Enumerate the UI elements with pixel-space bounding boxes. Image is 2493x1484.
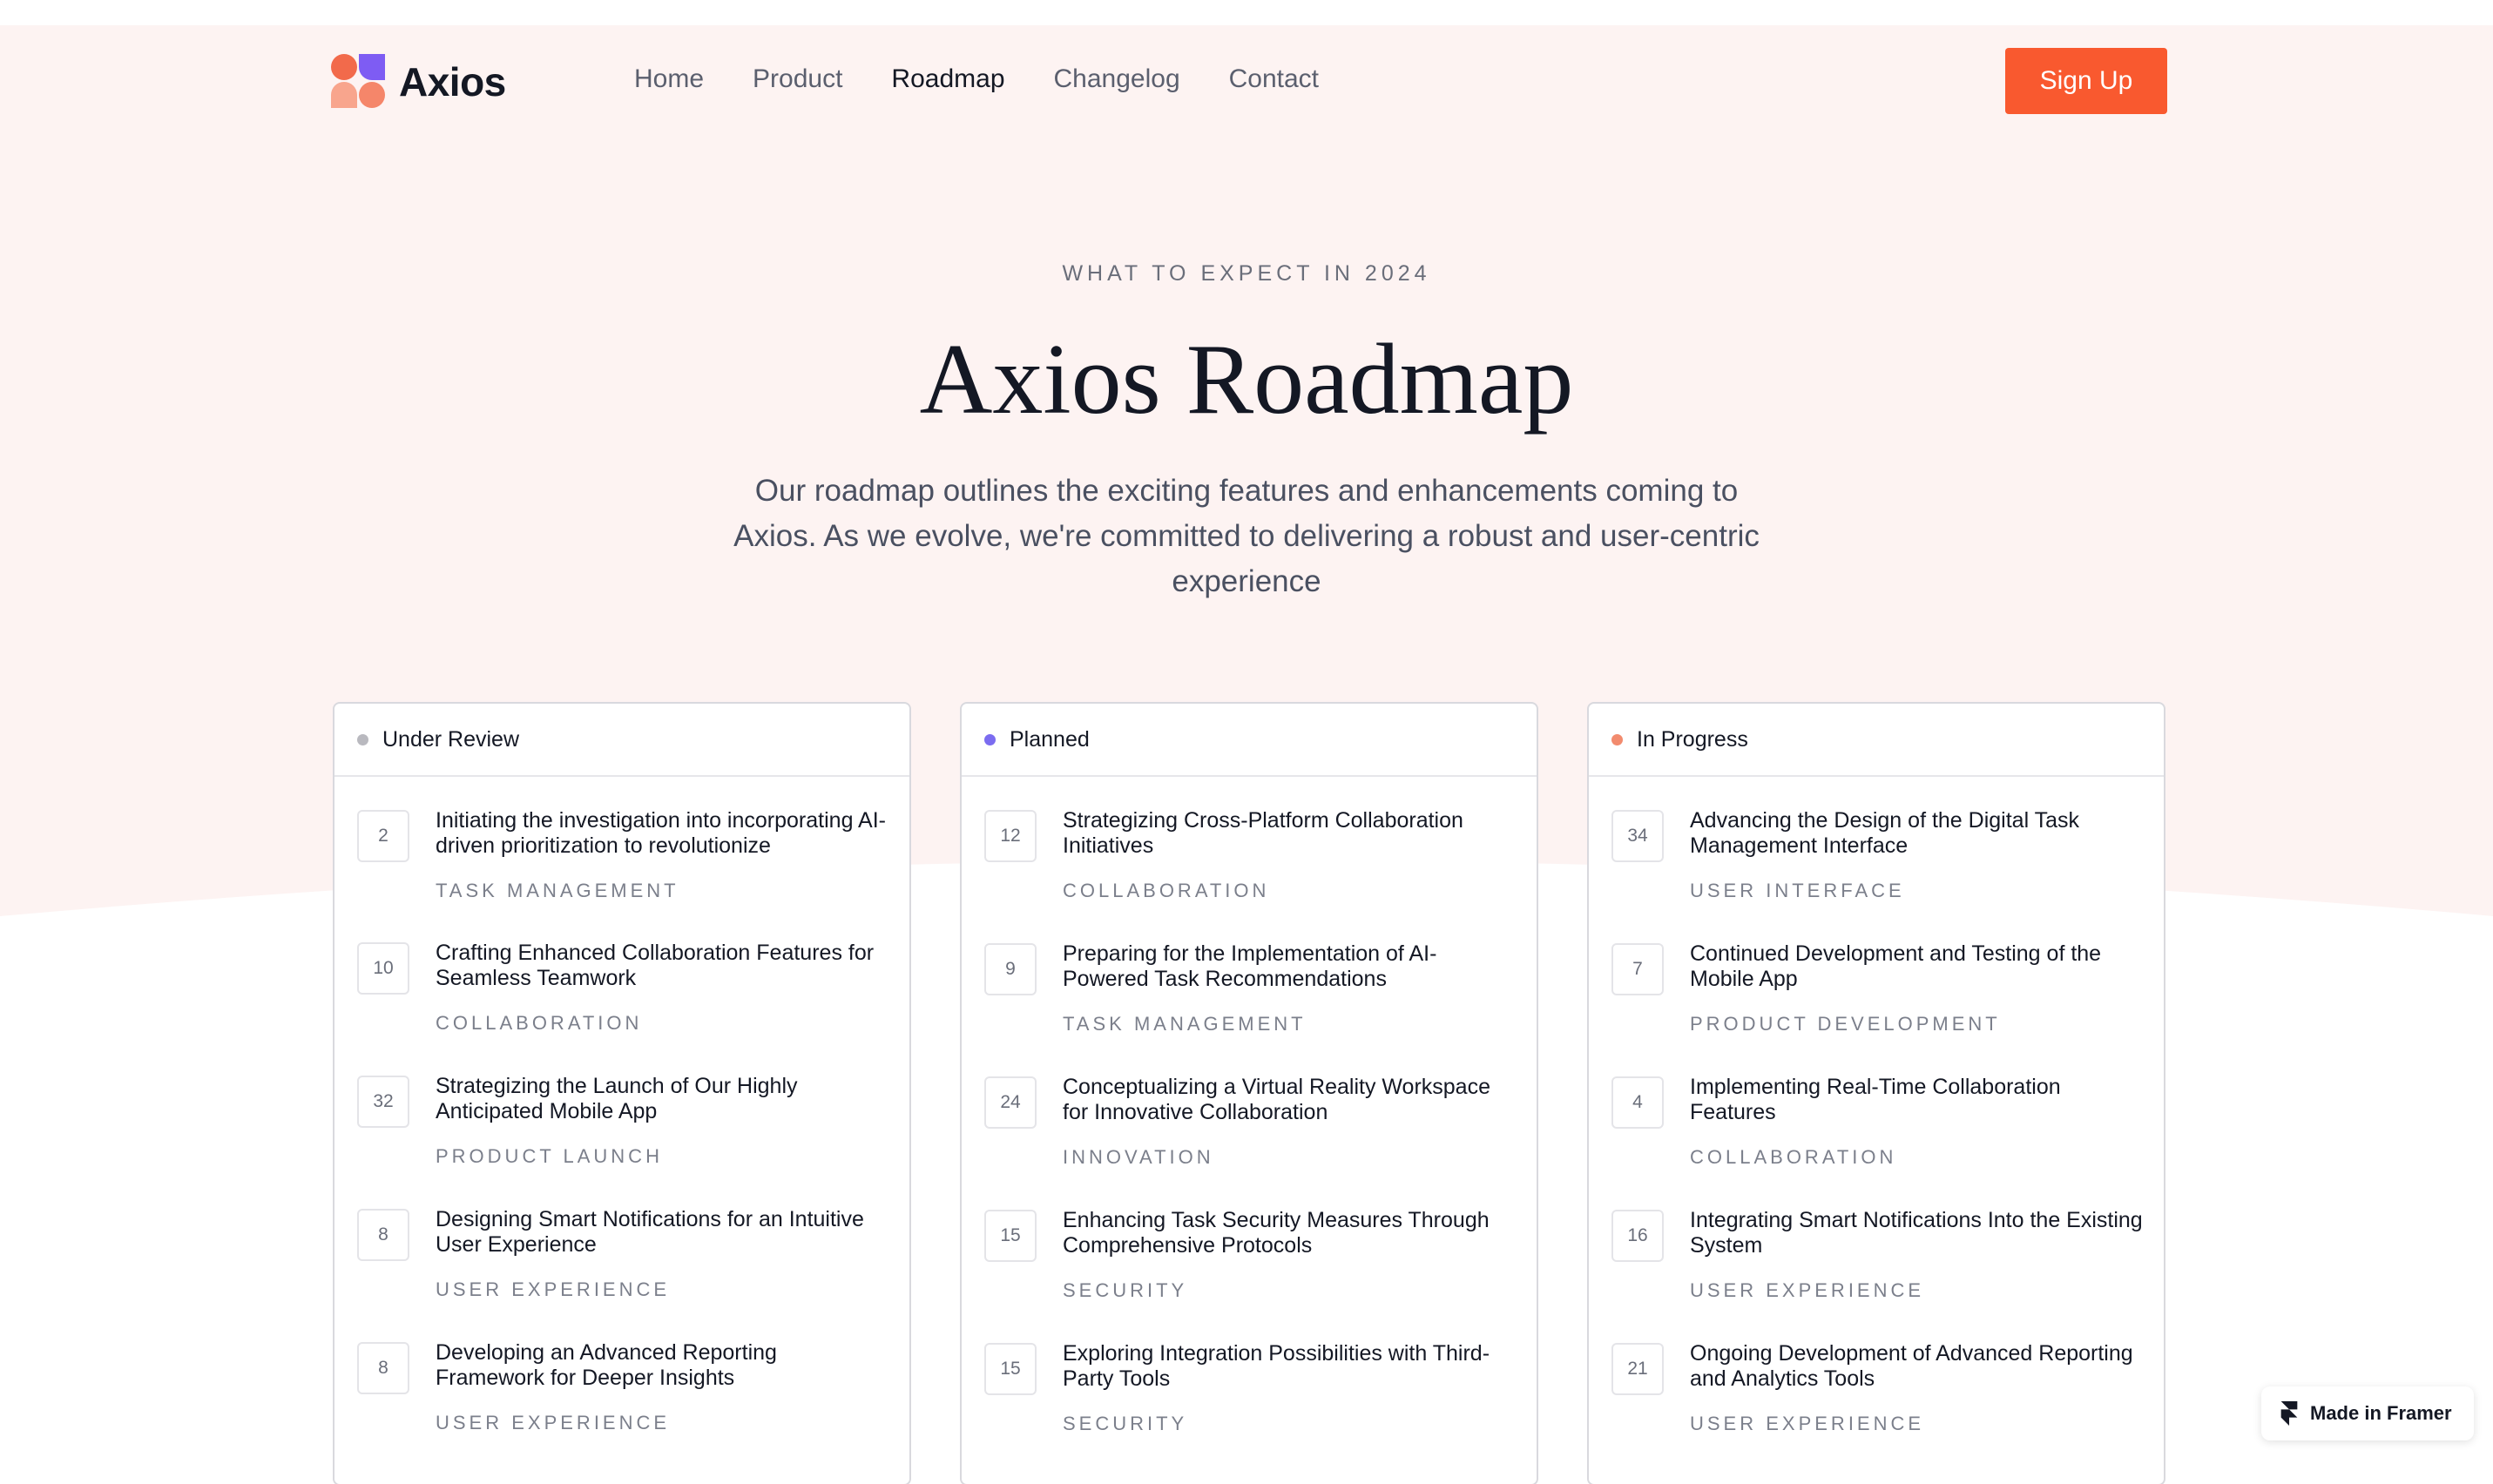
item-title: Integrating Smart Notifications Into the… bbox=[1690, 1208, 2143, 1258]
logo-icon bbox=[331, 54, 387, 110]
item-title: Developing an Advanced Reporting Framewo… bbox=[436, 1340, 777, 1390]
item-tag: COLLABORATION bbox=[1690, 1146, 1897, 1168]
vote-count[interactable]: 7 bbox=[1611, 943, 1664, 995]
item-tag: USER EXPERIENCE bbox=[436, 1278, 671, 1300]
hero-description: Our roadmap outlines the exciting featur… bbox=[733, 474, 1760, 598]
column-title: Planned bbox=[1010, 726, 1090, 752]
item-tag: USER EXPERIENCE bbox=[1690, 1413, 1925, 1434]
nav-roadmap[interactable]: Roadmap bbox=[891, 64, 1004, 94]
item-tag: SECURITY bbox=[1063, 1413, 1188, 1434]
roadmap-item[interactable]: 8 Designing Smart Notifications for an I… bbox=[357, 1207, 888, 1338]
vote-count[interactable]: 8 bbox=[357, 1342, 409, 1394]
column-in-progress: In Progress 34 Advancing the Design of t… bbox=[1587, 702, 2165, 1484]
column-title: Under Review bbox=[382, 726, 520, 752]
top-nav: Axios Home Product Roadmap Changelog Con… bbox=[331, 44, 2167, 122]
column-title: In Progress bbox=[1637, 726, 1748, 752]
made-in-framer-badge[interactable]: Made in Framer bbox=[2261, 1386, 2474, 1440]
item-tag: USER EXPERIENCE bbox=[1690, 1279, 1925, 1301]
roadmap-item[interactable]: 7 Continued Development and Testing of t… bbox=[1611, 941, 2143, 1072]
column-header: In Progress bbox=[1589, 704, 2164, 777]
roadmap-item[interactable]: 24 Conceptualizing a Virtual Reality Wor… bbox=[984, 1075, 1516, 1205]
roadmap-item[interactable]: 12 Strategizing Cross-Platform Collabora… bbox=[984, 808, 1516, 939]
vote-count[interactable]: 16 bbox=[1611, 1210, 1664, 1262]
brand-logo[interactable]: Axios bbox=[331, 54, 506, 110]
vote-count[interactable]: 15 bbox=[984, 1210, 1037, 1262]
roadmap-item[interactable]: 10 Crafting Enhanced Collaboration Featu… bbox=[357, 941, 888, 1071]
column-header: Planned bbox=[962, 704, 1537, 777]
vote-count[interactable]: 9 bbox=[984, 943, 1037, 995]
vote-count[interactable]: 15 bbox=[984, 1343, 1037, 1395]
item-tag: SECURITY bbox=[1063, 1279, 1188, 1301]
vote-count[interactable]: 2 bbox=[357, 810, 409, 862]
item-tag: TASK MANAGEMENT bbox=[436, 880, 679, 901]
vote-count[interactable]: 21 bbox=[1611, 1343, 1664, 1395]
item-title: Crafting Enhanced Collaboration Features… bbox=[436, 941, 875, 990]
top-strip bbox=[0, 0, 2493, 25]
vote-count[interactable]: 10 bbox=[357, 942, 409, 995]
vote-count[interactable]: 12 bbox=[984, 810, 1037, 862]
vote-count[interactable]: 8 bbox=[357, 1209, 409, 1261]
roadmap-item[interactable]: 34 Advancing the Design of the Digital T… bbox=[1611, 808, 2143, 939]
roadmap-item[interactable]: 9 Preparing for the Implementation of AI… bbox=[984, 941, 1516, 1072]
item-tag: COLLABORATION bbox=[1063, 880, 1270, 901]
item-title: Strategizing Cross-Platform Collaboratio… bbox=[1063, 808, 1463, 858]
roadmap-item[interactable]: 8 Developing an Advanced Reporting Frame… bbox=[357, 1340, 888, 1471]
page-title: Axios Roadmap bbox=[919, 324, 1574, 435]
signup-button[interactable]: Sign Up bbox=[2005, 48, 2167, 114]
item-title: Conceptualizing a Virtual Reality Worksp… bbox=[1063, 1075, 1490, 1124]
item-title: Enhancing Task Security Measures Through… bbox=[1063, 1208, 1490, 1258]
column-planned: Planned 12 Strategizing Cross-Platform C… bbox=[960, 702, 1538, 1484]
roadmap-item[interactable]: 2 Initiating the investigation into inco… bbox=[357, 808, 888, 939]
vote-count[interactable]: 4 bbox=[1611, 1076, 1664, 1129]
roadmap-board: Under Review 2 Initiating the investigat… bbox=[333, 702, 2165, 1484]
item-title: Ongoing Development of Advanced Reportin… bbox=[1690, 1341, 2133, 1391]
roadmap-item[interactable]: 15 Enhancing Task Security Measures Thro… bbox=[984, 1208, 1516, 1339]
roadmap-item[interactable]: 32 Strategizing the Launch of Our Highly… bbox=[357, 1074, 888, 1204]
item-title: Advancing the Design of the Digital Task… bbox=[1690, 808, 2080, 858]
item-tag: PRODUCT DEVELOPMENT bbox=[1690, 1013, 2001, 1035]
status-dot-icon bbox=[1611, 733, 1623, 745]
item-title: Designing Smart Notifications for an Int… bbox=[436, 1207, 864, 1257]
item-title: Strategizing the Launch of Our Highly An… bbox=[436, 1074, 798, 1123]
roadmap-item[interactable]: 21 Ongoing Development of Advanced Repor… bbox=[1611, 1341, 2143, 1472]
main-menu: Home Product Roadmap Changelog Contact bbox=[634, 64, 1319, 94]
hero-eyebrow: WHAT TO EXPECT IN 2024 bbox=[1062, 261, 1431, 286]
badge-label: Made in Framer bbox=[2310, 1402, 2452, 1424]
vote-count[interactable]: 34 bbox=[1611, 810, 1664, 862]
item-title: Exploring Integration Possibilities with… bbox=[1063, 1341, 1490, 1391]
column-header: Under Review bbox=[334, 704, 909, 777]
item-tag: TASK MANAGEMENT bbox=[1063, 1013, 1307, 1035]
roadmap-item[interactable]: 16 Integrating Smart Notifications Into … bbox=[1611, 1208, 2143, 1339]
item-tag: INNOVATION bbox=[1063, 1146, 1214, 1168]
item-title: Initiating the investigation into incorp… bbox=[436, 808, 886, 858]
vote-count[interactable]: 32 bbox=[357, 1076, 409, 1128]
brand-name: Axios bbox=[399, 59, 506, 105]
nav-changelog[interactable]: Changelog bbox=[1054, 64, 1180, 94]
item-tag: PRODUCT LAUNCH bbox=[436, 1145, 663, 1167]
nav-product[interactable]: Product bbox=[753, 64, 842, 94]
nav-home[interactable]: Home bbox=[634, 64, 704, 94]
column-under-review: Under Review 2 Initiating the investigat… bbox=[333, 702, 911, 1484]
item-tag: USER INTERFACE bbox=[1690, 880, 1905, 901]
item-title: Preparing for the Implementation of AI-P… bbox=[1063, 941, 1437, 991]
nav-contact[interactable]: Contact bbox=[1229, 64, 1319, 94]
roadmap-item[interactable]: 4 Implementing Real-Time Collaboration F… bbox=[1611, 1075, 2143, 1205]
item-tag: COLLABORATION bbox=[436, 1012, 643, 1034]
framer-icon bbox=[2280, 1401, 2298, 1426]
roadmap-item[interactable]: 15 Exploring Integration Possibilities w… bbox=[984, 1341, 1516, 1472]
item-title: Implementing Real-Time Collaboration Fea… bbox=[1690, 1075, 2061, 1124]
item-tag: USER EXPERIENCE bbox=[436, 1412, 671, 1433]
status-dot-icon bbox=[357, 733, 368, 745]
vote-count[interactable]: 24 bbox=[984, 1076, 1037, 1129]
item-title: Continued Development and Testing of the… bbox=[1690, 941, 2102, 991]
status-dot-icon bbox=[984, 733, 996, 745]
